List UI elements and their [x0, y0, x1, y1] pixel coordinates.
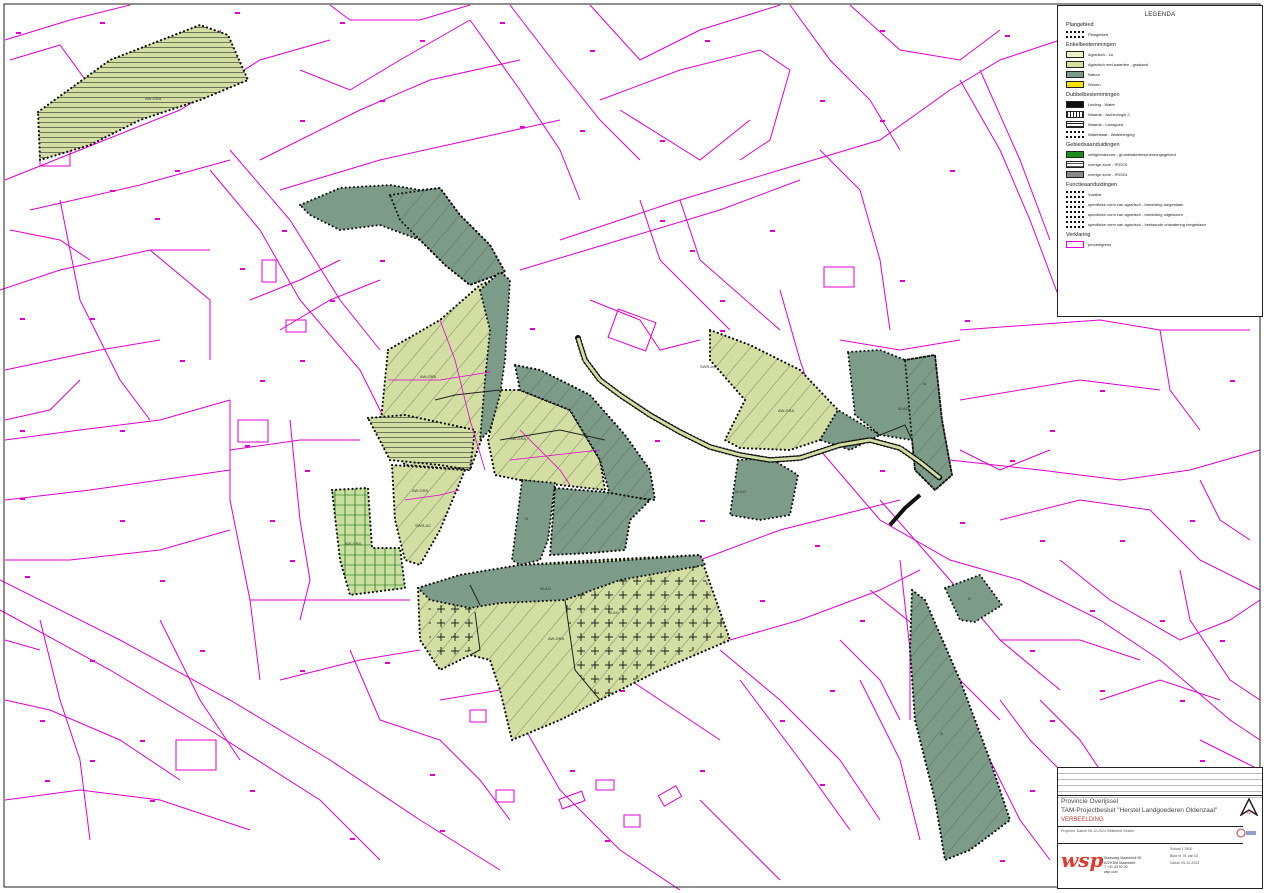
label-a6: AW-GRA — [548, 636, 565, 641]
legend-item-natuur: Natuur — [1066, 70, 1262, 78]
label-r6: SWR-A2 — [415, 523, 431, 528]
legend-verklaring-header: Verklaring — [1066, 232, 1091, 238]
label-a7: AW-GRA — [778, 408, 795, 413]
area-tiny-natuur[interactable] — [943, 573, 1004, 624]
legend-enkel-header: Enkelbestemmingen — [1066, 42, 1116, 48]
swatch-beweiding-uitgesloten — [1066, 210, 1084, 218]
legend-item-ontwatering: specifieke vorm van agrarisch - bestaand… — [1066, 220, 1262, 228]
label-a2: AW-GRA — [420, 374, 437, 379]
legend-item-agrarisch-waarden: Agrarisch met waarden - grasland — [1066, 60, 1262, 68]
swatch-ipz024 — [1066, 170, 1084, 178]
legend-item-agrarisch: Agrarisch - 1a — [1066, 50, 1262, 58]
swatch-beweiding-toegestaan — [1066, 200, 1084, 208]
legend-item-waterberging: Waterstaat - Waterberging — [1066, 130, 1262, 138]
svg-text:N: N — [1247, 810, 1251, 816]
swatch-agrarisch — [1066, 50, 1084, 58]
legend-item-leiding: Leiding - Water — [1066, 100, 1262, 108]
legend-item-plangebied: Plangebied — [1066, 30, 1262, 38]
legend-item-archeologie: Waarde - Archeologie 2 — [1066, 110, 1262, 118]
swatch-voetbal — [1066, 190, 1084, 198]
label-a1: AW-GRA — [145, 96, 162, 101]
company-address: Stadsweg Maastricht 50 6229 DM Maastrich… — [1104, 856, 1142, 874]
north-arrow-icon: N — [1240, 798, 1258, 816]
swatch-wonen — [1066, 80, 1084, 88]
legend-dubbel-header: Dubbelbestemmingen — [1066, 92, 1120, 98]
swatch-ipz076 — [1066, 160, 1084, 168]
label-a3: AW-GRA — [510, 436, 527, 441]
label-n3: N — [968, 596, 971, 601]
legend-item-beweiding-toegestaan: specifieke vorm van agrarisch - beweidin… — [1066, 200, 1262, 208]
wsp-logo: wsp — [1061, 848, 1104, 872]
legend-item-perceelgrens: perceelgrens — [1066, 240, 1262, 248]
swatch-landgoed — [1066, 120, 1084, 128]
legend-item-beweiding-uitgesloten: specifieke vorm van agrarisch - beweidin… — [1066, 210, 1262, 218]
drawing-subject: VERBEELDING — [1061, 817, 1104, 823]
legend-item-ipz024: overige zone - IPZ024 — [1066, 170, 1262, 178]
label-r3: W-AO — [898, 406, 909, 411]
label-n1: N — [525, 516, 528, 521]
legend-item-ipz076: overige zone - IPZ076 — [1066, 160, 1262, 168]
legend-panel: LEGENDA Plangebied Plangebied Enkelbeste… — [1057, 5, 1263, 317]
legend-item-veiligheidszone: veiligheidszone - grondwaterbeschermings… — [1066, 150, 1262, 158]
legend-title: LEGENDA — [1144, 12, 1176, 18]
legend-plangebied-header: Plangebied — [1066, 22, 1094, 28]
label-n4: N — [923, 381, 926, 386]
legend-item-wonen: Wonen — [1066, 80, 1262, 88]
swatch-agrarisch-waarden — [1066, 60, 1084, 68]
legend-gebied-header: Gebiedsaanduidingen — [1066, 142, 1120, 148]
client-name: Provincie Overijssel — [1061, 798, 1119, 805]
swatch-archeologie — [1066, 110, 1084, 118]
swatch-waterberging — [1066, 130, 1084, 138]
swatch-natuur — [1066, 70, 1084, 78]
scale-info: Schaal 1:2500 Blad nr. 01 van 02 Datum 0… — [1170, 847, 1200, 865]
label-r5: SWR-AO — [700, 364, 716, 369]
swatch-leiding — [1066, 100, 1084, 108]
area-mid-natuur-1[interactable] — [510, 478, 557, 567]
label-a4: AW-GRA — [412, 488, 429, 493]
label-r2: W-AO — [735, 489, 746, 494]
legend-functie-header: Functieaanduidingen — [1066, 182, 1118, 188]
project-meta: Projectnr. Datum 05-12-2024 Getekend Gez… — [1061, 829, 1135, 833]
swatch-perceelgrens — [1066, 240, 1084, 248]
label-r1: W-AO — [608, 610, 619, 615]
revision-table — [1058, 768, 1262, 798]
province-logo-icon — [1236, 828, 1256, 838]
label-r4: W-AO — [540, 586, 551, 591]
legend-item-voetbal: Voetbal — [1066, 190, 1262, 198]
title-block: Provincie Overijssel TAM-Projectbesluit … — [1057, 767, 1263, 889]
label-a5: AW-GRA — [345, 541, 362, 546]
label-n2: N — [940, 731, 943, 736]
project-title: TAM-Projectbesluit "Herstel Landgoederen… — [1061, 807, 1218, 814]
swatch-veiligheidszone — [1066, 150, 1084, 158]
swatch-plangebied — [1066, 30, 1084, 38]
swatch-ontwatering — [1066, 220, 1084, 228]
legend-item-landgoed: Waarde - Landgoed — [1066, 120, 1262, 128]
